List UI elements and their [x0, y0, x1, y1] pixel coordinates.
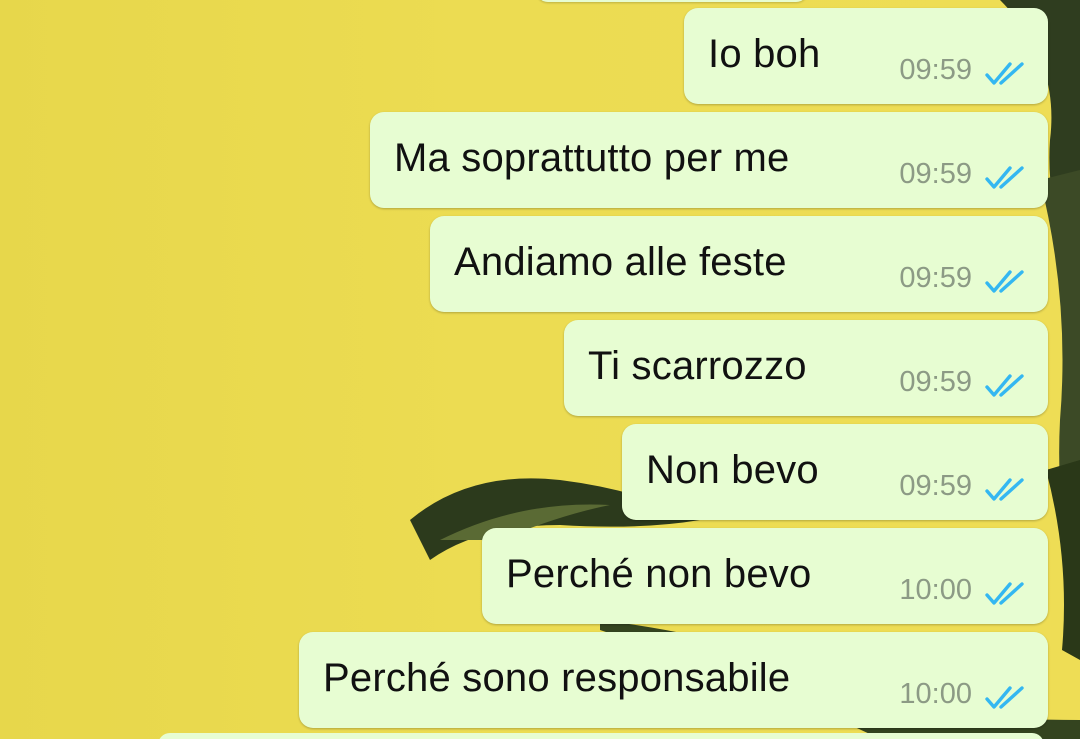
message-text: Non bevo	[646, 448, 819, 492]
message-bubble[interactable]: Perché non bevo 10:00	[482, 528, 1048, 624]
message-text: Perché sono responsabile	[323, 656, 791, 700]
double-check-read-icon	[985, 374, 1024, 397]
message-text: Perché non bevo	[506, 552, 812, 596]
message-text: Ti scarrozzo	[588, 344, 807, 388]
double-check-read-icon	[985, 582, 1024, 605]
double-check-read-icon	[985, 62, 1024, 85]
double-check-read-icon	[985, 166, 1024, 189]
message-time: 09:59	[899, 262, 972, 294]
chat-screen: Io boh 09:59 Ma soprattutto per me 09:59…	[0, 0, 1080, 739]
next-message-bubble-edge	[158, 733, 1044, 739]
message-time: 09:59	[899, 470, 972, 502]
message-time: 09:59	[899, 366, 972, 398]
message-time: 10:00	[899, 678, 972, 710]
message-text: Andiamo alle feste	[454, 240, 787, 284]
message-bubble[interactable]: Non bevo 09:59	[622, 424, 1048, 520]
double-check-read-icon	[985, 686, 1024, 709]
message-bubble[interactable]: Perché sono responsabile 10:00	[299, 632, 1048, 728]
double-check-read-icon	[985, 270, 1024, 293]
message-text: Io boh	[708, 32, 821, 76]
message-bubble[interactable]: Io boh 09:59	[684, 8, 1048, 104]
message-bubble[interactable]: Ma soprattutto per me 09:59	[370, 112, 1048, 208]
message-text: Ma soprattutto per me	[394, 136, 790, 180]
double-check-read-icon	[985, 478, 1024, 501]
message-time: 09:59	[899, 158, 972, 190]
message-time: 09:59	[899, 54, 972, 86]
message-bubble[interactable]: Ti scarrozzo 09:59	[564, 320, 1048, 416]
message-time: 10:00	[899, 574, 972, 606]
message-bubble[interactable]: Andiamo alle feste 09:59	[430, 216, 1048, 312]
previous-message-bubble-edge	[536, 0, 808, 2]
